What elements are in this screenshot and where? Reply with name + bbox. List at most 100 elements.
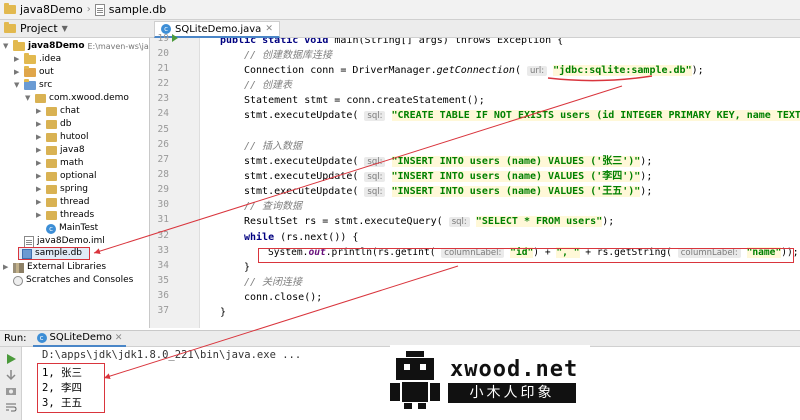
tree-item-external-libraries[interactable]: ▶ External Libraries	[3, 261, 106, 274]
chevron-right-icon[interactable]: ▶	[36, 170, 43, 183]
chevron-right-icon[interactable]: ▶	[14, 66, 21, 79]
code-token: getConnection	[436, 65, 515, 76]
chevron-right-icon[interactable]: ▶	[14, 53, 21, 66]
code-line-30: // 查询数据	[244, 201, 303, 212]
tree-item-java8[interactable]: ▶ java8	[36, 144, 85, 157]
run-tab-sqlitedemo[interactable]: c SQLiteDemo ✕	[32, 331, 127, 347]
code-editor[interactable]: public static void main(String[] args) t…	[200, 38, 800, 328]
breadcrumb-project[interactable]: java8Demo	[20, 3, 83, 16]
code-token: );	[640, 156, 653, 167]
close-icon[interactable]: ✕	[265, 24, 273, 34]
annotation-box	[37, 363, 105, 413]
tree-item-scratches[interactable]: Scratches and Consoles	[13, 274, 133, 287]
code-token: while	[244, 232, 275, 243]
close-icon[interactable]: ✕	[115, 333, 123, 343]
chevron-right-icon[interactable]: ▶	[36, 144, 43, 157]
file-icon	[94, 3, 105, 16]
code-token: stmt.executeUpdate(	[244, 186, 365, 197]
folder-icon	[4, 3, 16, 14]
run-label: Run:	[4, 333, 27, 344]
tree-item-label: spring	[60, 184, 89, 194]
tree-item-path: E:\maven-ws\java8D	[87, 42, 150, 51]
chevron-down-icon[interactable]: ▼	[14, 79, 21, 92]
line-number: 31	[157, 214, 169, 225]
parameter-hint: url:	[526, 66, 548, 76]
tree-item-maintest[interactable]: c MainTest	[46, 222, 98, 235]
tree-item-src[interactable]: ▼ src	[14, 79, 52, 92]
tree-item-label: optional	[60, 171, 97, 181]
line-number: 21	[157, 63, 169, 74]
tree-item-label: java8Demo	[28, 41, 85, 51]
chevron-right-icon[interactable]: ▶	[3, 261, 10, 274]
code-token: );	[640, 171, 653, 182]
code-token: );	[602, 216, 615, 227]
tree-item-chat[interactable]: ▶ chat	[36, 105, 80, 118]
breadcrumb-separator: ›	[86, 4, 91, 15]
tree-item-threads[interactable]: ▶ threads	[36, 209, 94, 222]
run-gutter-icon[interactable]	[172, 34, 178, 42]
code-string: "jdbc:sqlite:sample.db"	[553, 65, 692, 76]
soft-wrap-icon[interactable]	[5, 401, 17, 413]
breadcrumb-file[interactable]: sample.db	[109, 3, 166, 16]
project-icon	[4, 22, 16, 33]
parameter-hint: sql:	[448, 217, 470, 227]
tree-item-com-xwood-demo[interactable]: ▼ com.xwood.demo	[25, 92, 129, 105]
code-string: "INSERT INTO users (name) VALUES ('王五')"	[391, 186, 641, 197]
java-class-icon: c	[36, 332, 47, 343]
code-line-31: ResultSet rs = stmt.executeQuery( sql: "…	[244, 214, 614, 229]
code-token: Connection conn = DriverManager.	[244, 65, 437, 76]
chevron-down-icon[interactable]: ▼	[3, 40, 10, 53]
watermark-chinese: 小木人印象	[448, 383, 576, 403]
folder-icon	[24, 66, 36, 77]
tree-item-optional[interactable]: ▶ optional	[36, 170, 96, 183]
chevron-right-icon[interactable]: ▶	[36, 105, 43, 118]
run-tab-label: SQLiteDemo	[49, 332, 112, 343]
code-line-27: stmt.executeUpdate( sql: "INSERT INTO us…	[244, 154, 652, 169]
tree-item-java8demo[interactable]: ▼ java8Demo E:\maven-ws\java8D	[3, 40, 150, 53]
tree-item-hutool[interactable]: ▶ hutool	[36, 131, 88, 144]
line-number: 28	[157, 169, 169, 180]
project-panel-title[interactable]: Project	[20, 22, 58, 35]
tree-item-math[interactable]: ▶ math	[36, 157, 84, 170]
chevron-right-icon[interactable]: ▶	[36, 183, 43, 196]
chevron-right-icon[interactable]: ▶	[36, 196, 43, 209]
chevron-down-icon[interactable]: ▼	[25, 92, 32, 105]
iml-file-icon	[24, 235, 34, 248]
line-number: 36	[157, 290, 169, 301]
tree-item-sample-db[interactable]: sample.db	[18, 247, 90, 260]
tree-item-thread[interactable]: ▶ thread	[36, 196, 90, 209]
camera-icon[interactable]	[5, 385, 17, 397]
project-panel-header[interactable]: Project ▼	[0, 20, 150, 38]
code-line-23: Statement stmt = conn.createStatement();	[244, 95, 485, 106]
chevron-right-icon[interactable]: ▶	[36, 157, 43, 170]
parameter-hint: sql:	[364, 157, 386, 167]
scroll-down-icon[interactable]	[5, 369, 17, 381]
code-line-24: stmt.executeUpdate( sql: "CREATE TABLE I…	[244, 108, 800, 123]
tree-item-out[interactable]: ▶ out	[14, 66, 54, 79]
tree-item-label: db	[60, 119, 72, 129]
code-line-26: // 插入数据	[244, 141, 303, 152]
tree-item-spring[interactable]: ▶ spring	[36, 183, 88, 196]
scratch-icon	[13, 275, 23, 286]
line-number: 22	[157, 78, 169, 89]
code-string: "CREATE TABLE IF NOT EXISTS users (id IN…	[391, 110, 800, 121]
code-line-37: }	[220, 307, 227, 318]
chevron-down-icon[interactable]: ▼	[62, 24, 68, 33]
line-number: 35	[157, 275, 169, 286]
folder-icon	[13, 40, 25, 51]
tree-item-idea[interactable]: ▶ .idea	[14, 53, 61, 66]
chevron-right-icon[interactable]: ▶	[36, 131, 43, 144]
tree-item-db[interactable]: ▶ db	[36, 118, 71, 131]
tab-label: SQLiteDemo.java	[175, 23, 262, 35]
code-line-28: stmt.executeUpdate( sql: "INSERT INTO us…	[244, 169, 652, 184]
chevron-right-icon[interactable]: ▶	[36, 118, 43, 131]
chevron-right-icon[interactable]: ▶	[36, 209, 43, 222]
code-string: "INSERT INTO users (name) VALUES ('李四')"	[391, 171, 641, 182]
package-icon	[46, 133, 57, 142]
rerun-icon[interactable]	[5, 353, 17, 365]
library-icon	[13, 262, 24, 273]
folder-icon	[24, 79, 36, 90]
tree-item-label: hutool	[60, 132, 89, 142]
folder-icon	[24, 53, 36, 64]
parameter-hint: sql:	[364, 111, 386, 121]
